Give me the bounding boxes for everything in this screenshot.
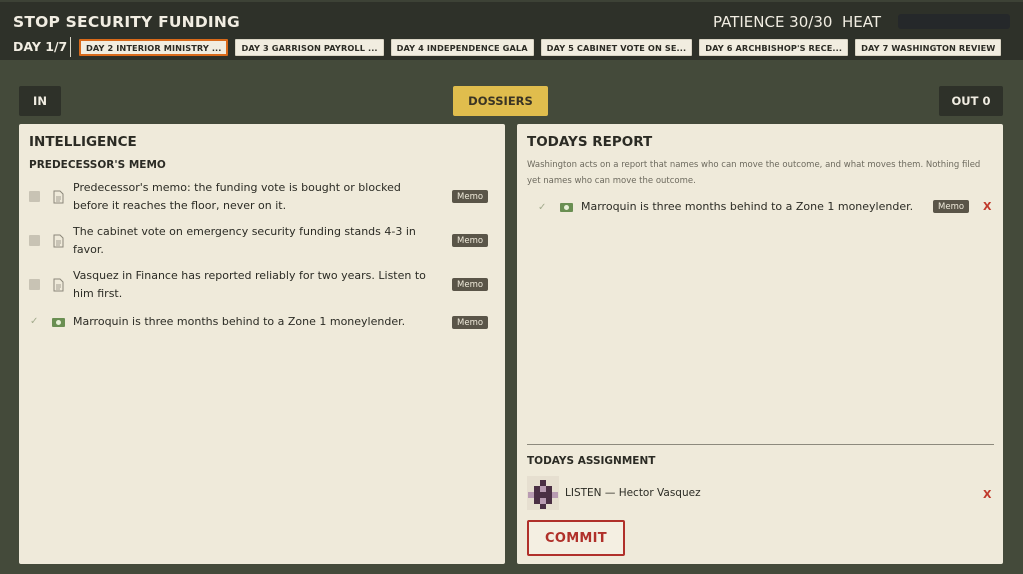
checkbox[interactable]	[29, 235, 40, 246]
assignment-title: TODAYS ASSIGNMENT	[527, 455, 656, 467]
money-icon	[560, 203, 573, 212]
commit-button[interactable]: COMMIT	[527, 520, 625, 556]
memo-section-label: PREDECESSOR'S MEMO	[29, 159, 166, 171]
mission-title: STOP SECURITY FUNDING	[13, 13, 240, 31]
divider	[527, 444, 994, 445]
memo-tag: Memo	[452, 316, 489, 329]
document-icon	[53, 234, 64, 248]
tab-day-4[interactable]: DAY 4 INDEPENDENCE GALA	[390, 39, 534, 56]
document-icon	[53, 190, 64, 204]
day-divider	[70, 37, 71, 57]
day-counter: DAY 1/7	[13, 39, 68, 54]
dossiers-button[interactable]: DOSSIERS	[453, 86, 548, 116]
assignment-text: LISTEN — Hector Vasquez	[565, 487, 701, 499]
report-item-text: Marroquin is three months behind to a Zo…	[581, 200, 914, 213]
report-description: Washington acts on a report that names w…	[527, 160, 981, 186]
memo-tag: Memo	[452, 278, 489, 291]
out-button[interactable]: OUT 0	[939, 86, 1003, 116]
tab-day-2[interactable]: DAY 2 INTERIOR MINISTRY ...	[79, 39, 229, 56]
intelligence-panel: INTELLIGENCE PREDECESSOR'S MEMO Predeces…	[19, 124, 505, 564]
patience-counter: PATIENCE 30/30	[713, 13, 833, 31]
memo-tag: Memo	[933, 200, 970, 213]
check-icon: ✓	[538, 202, 547, 213]
remove-assignment-button[interactable]: X	[983, 488, 991, 501]
money-icon	[52, 318, 65, 327]
tab-day-6[interactable]: DAY 6 ARCHBISHOP'S RECE...	[699, 39, 849, 56]
tab-day-5[interactable]: DAY 5 CABINET VOTE ON SE...	[540, 39, 693, 56]
remove-report-item-button[interactable]: X	[983, 200, 991, 213]
checkbox[interactable]	[29, 191, 40, 202]
intel-text: Predecessor's memo: the funding vote is …	[73, 181, 401, 212]
tab-day-3[interactable]: DAY 3 GARRISON PAYROLL ...	[235, 39, 384, 56]
intelligence-title: INTELLIGENCE	[29, 134, 137, 150]
report-panel: TODAYS REPORT Washington acts on a repor…	[517, 124, 1003, 564]
intel-text: The cabinet vote on emergency security f…	[73, 225, 416, 256]
heat-meter	[898, 14, 1010, 29]
intel-text: Marroquin is three months behind to a Zo…	[73, 315, 406, 328]
top-bar: STOP SECURITY FUNDING PATIENCE 30/30 HEA…	[0, 0, 1023, 60]
report-title: TODAYS REPORT	[527, 134, 653, 150]
in-button[interactable]: IN	[19, 86, 61, 116]
memo-tag: Memo	[452, 234, 489, 247]
heat-label: HEAT	[842, 13, 882, 31]
tab-day-7[interactable]: DAY 7 WASHINGTON REVIEW	[855, 39, 1002, 56]
avatar-icon	[527, 476, 559, 510]
checkbox[interactable]	[29, 279, 40, 290]
document-icon	[53, 278, 64, 292]
day-tabs: DAY 2 INTERIOR MINISTRY ... DAY 3 GARRIS…	[79, 39, 1002, 56]
intel-text: Vasquez in Finance has reported reliably…	[73, 269, 426, 300]
memo-tag: Memo	[452, 190, 489, 203]
check-icon[interactable]: ✓	[30, 316, 41, 327]
